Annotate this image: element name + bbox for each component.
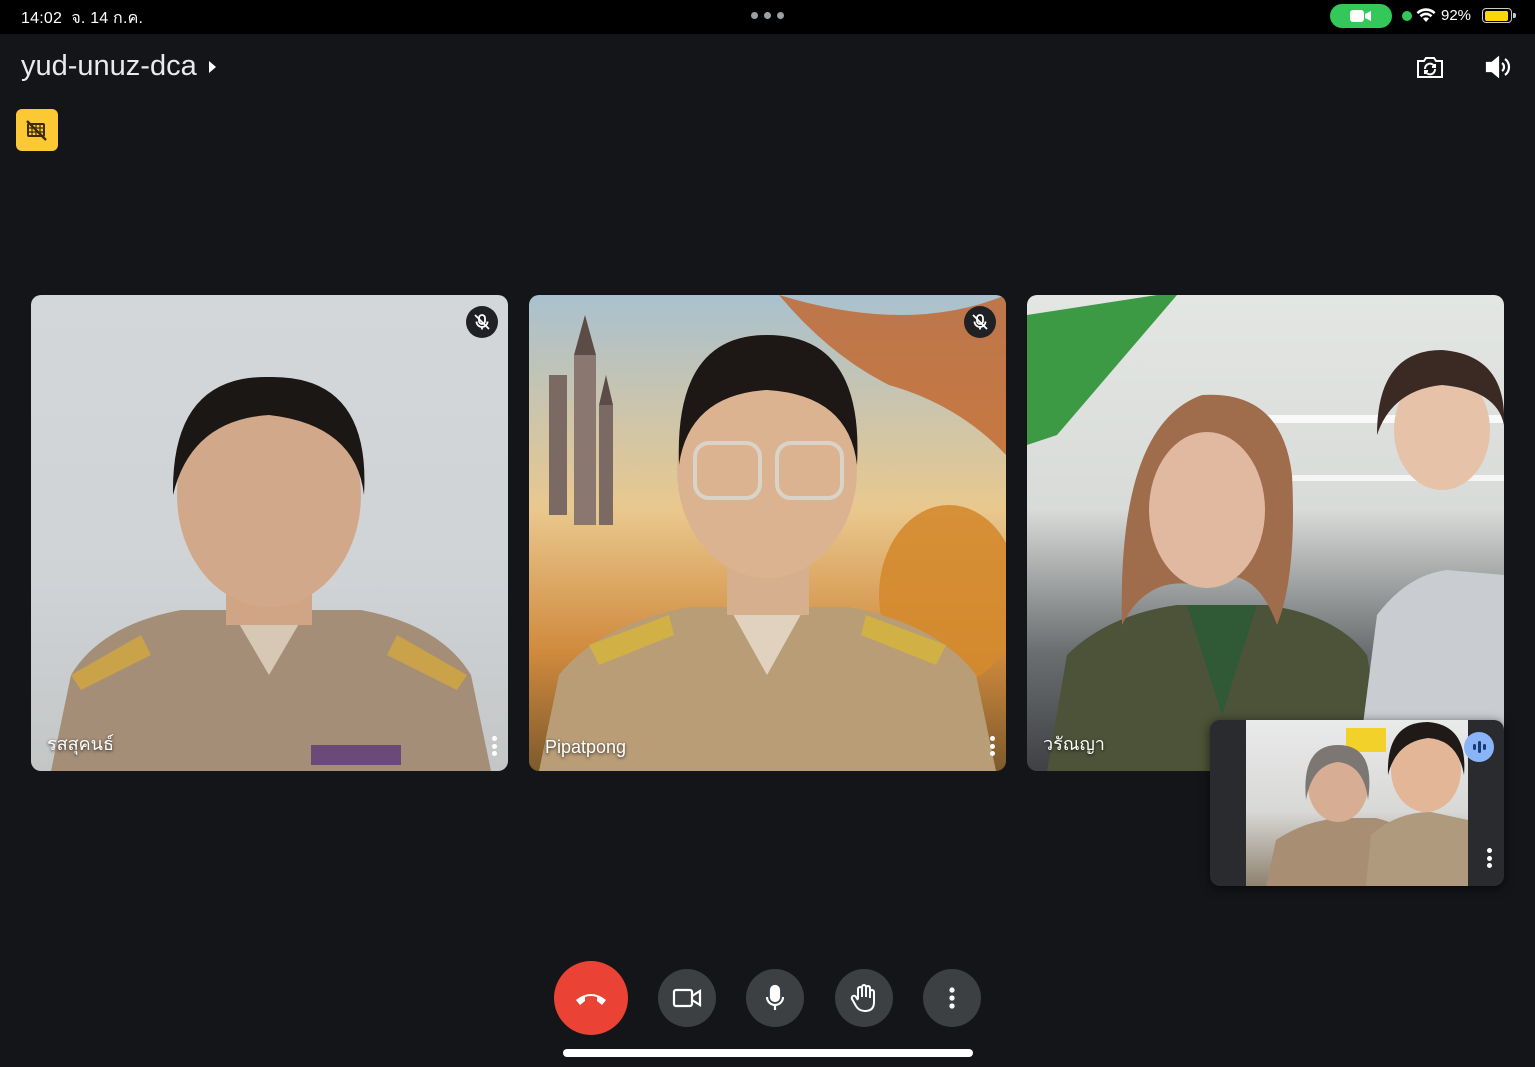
- participant-more-button[interactable]: [984, 733, 1000, 759]
- no-recording-icon: [26, 120, 47, 141]
- participant-video: [529, 295, 1006, 771]
- switch-camera-button[interactable]: [1412, 49, 1448, 85]
- camera-icon: [672, 988, 702, 1008]
- home-indicator[interactable]: [563, 1049, 973, 1057]
- participant-tile[interactable]: Pipatpong: [529, 295, 1006, 771]
- multitask-dots-icon[interactable]: [751, 12, 784, 19]
- raise-hand-button[interactable]: [835, 969, 893, 1027]
- participant-more-button[interactable]: [486, 733, 502, 759]
- self-view-more-button[interactable]: [1482, 846, 1496, 870]
- self-view-tile[interactable]: [1210, 720, 1504, 886]
- microphone-icon: [765, 984, 785, 1010]
- participant-name: วรัณญา: [1043, 734, 1105, 754]
- muted-indicator: [466, 306, 498, 338]
- raise-hand-icon: [850, 984, 875, 1013]
- meeting-header: yud-unuz-dca: [0, 34, 1535, 104]
- speaking-indicator-icon: [1464, 732, 1494, 762]
- audio-output-button[interactable]: [1480, 49, 1516, 85]
- status-date: จ. 14 ก.ค.: [71, 10, 144, 27]
- participant-name: รสสุคนธ์: [47, 734, 114, 754]
- mic-off-icon: [474, 314, 490, 330]
- status-time: 14:02 จ. 14 ก.ค.: [21, 10, 144, 27]
- camera-active-dot: [1402, 11, 1412, 21]
- end-call-icon: [576, 994, 606, 1005]
- call-controls: [0, 961, 1535, 1035]
- microphone-toggle-button[interactable]: [746, 969, 804, 1027]
- camera-toggle-button[interactable]: [658, 969, 716, 1027]
- speaker-volume-icon: [1485, 55, 1511, 79]
- status-bar: 14:02 จ. 14 ก.ค. 92%: [0, 0, 1535, 34]
- more-options-icon: [949, 987, 955, 1009]
- switch-camera-icon: [1417, 57, 1443, 78]
- no-recording-badge[interactable]: [16, 109, 58, 151]
- end-call-button[interactable]: [554, 961, 628, 1035]
- camera-in-use-icon: [1330, 4, 1392, 28]
- participant-video: [31, 295, 508, 771]
- meeting-code-button[interactable]: yud-unuz-dca: [21, 50, 217, 83]
- muted-indicator: [964, 306, 996, 338]
- participant-tile[interactable]: รสสุคนธ์: [31, 295, 508, 771]
- participant-name: Pipatpong: [545, 737, 627, 757]
- participant-tile[interactable]: วรัณญา: [1027, 295, 1504, 771]
- battery-icon: [1482, 8, 1516, 23]
- mic-off-icon: [972, 314, 988, 330]
- battery-percent: 92%: [1441, 7, 1472, 24]
- caret-right-icon: [208, 60, 216, 73]
- participant-video: [1027, 295, 1504, 771]
- wifi-icon: [1416, 7, 1436, 28]
- more-options-button[interactable]: [923, 969, 981, 1027]
- meeting-code: yud-unuz-dca: [21, 50, 197, 82]
- self-video: [1246, 720, 1468, 886]
